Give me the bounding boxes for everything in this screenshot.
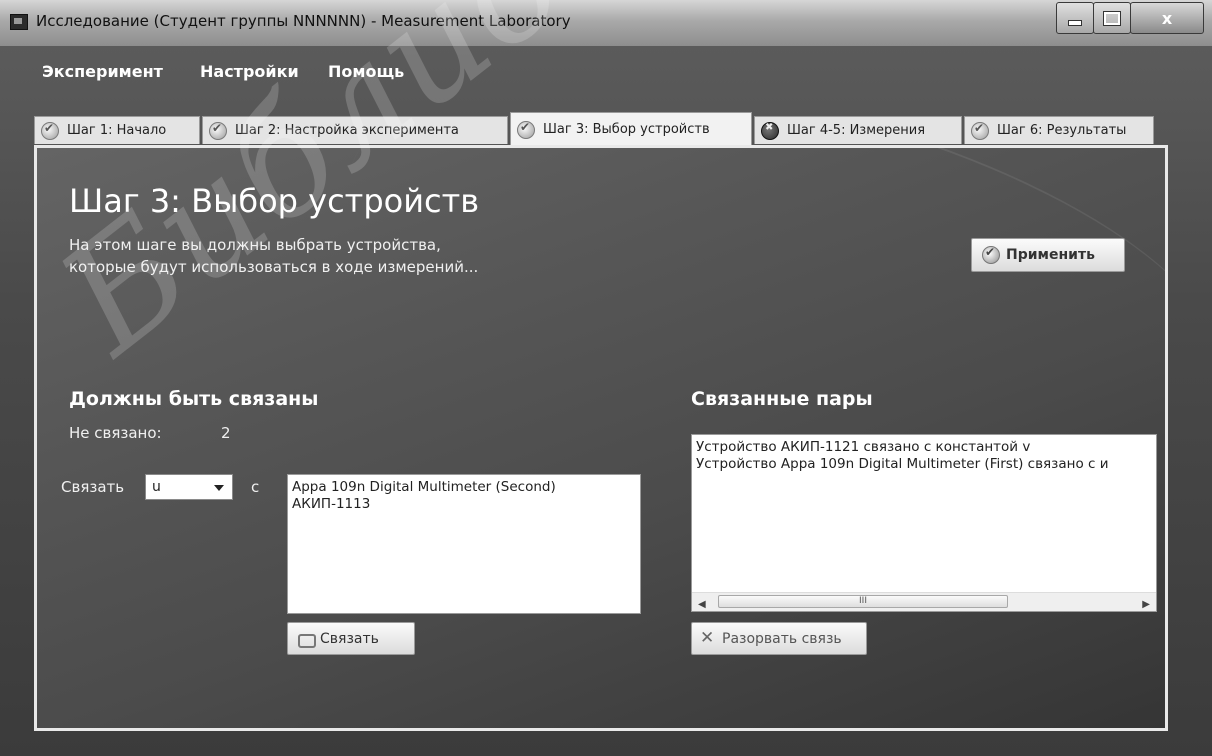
error-circle-icon [761,121,779,140]
menu-bar: Эксперимент Настройки Помощь [0,46,1212,102]
horizontal-scrollbar[interactable]: ◀ III ▶ [692,592,1156,611]
link-button-label: Связать [320,630,379,647]
menu-experiment[interactable]: Эксперимент [42,62,163,81]
variable-select[interactable]: u [145,474,233,500]
menu-settings[interactable]: Настройки [200,62,299,81]
apply-button[interactable]: Применить [971,238,1125,272]
check-circle-icon [517,120,535,139]
tab-step-4-5[interactable]: Шаг 4-5: Измерения [754,116,962,144]
tab-label: Шаг 6: Результаты [997,123,1127,138]
minimize-icon [1068,20,1082,26]
app-window: Исследование (Студент группы NNNNNN) - M… [0,0,1212,756]
link-button[interactable]: Связать [287,622,415,655]
maximize-icon [1103,10,1121,26]
maximize-button[interactable] [1093,2,1131,34]
device-list[interactable]: Appa 109n Digital Multimeter (Second) АК… [287,474,641,614]
tab-step-1[interactable]: Шаг 1: Начало [34,116,200,144]
app-icon [10,14,28,30]
link-label: Связать [61,478,125,496]
close-icon: x [1161,8,1173,28]
minimize-button[interactable] [1056,2,1094,34]
cross-icon [700,628,716,648]
step-panel: Шаг 3: Выбор устройств На этом шаге вы д… [34,145,1168,731]
close-button[interactable]: x [1130,2,1204,34]
list-item[interactable]: Устройство Appa 109n Digital Multimeter … [696,456,1152,473]
title-bar[interactable]: Исследование (Студент группы NNNNNN) - M… [0,0,1212,46]
scroll-right-icon[interactable]: ▶ [1142,596,1150,611]
unlinked-label: Не связано: [69,424,162,442]
tab-step-2[interactable]: Шаг 2: Настройка эксперимента [202,116,508,144]
chevron-down-icon [214,485,224,491]
check-circle-icon [971,121,989,140]
apply-button-label: Применить [1006,247,1095,263]
scroll-thumb[interactable]: III [718,595,1008,608]
tab-step-6[interactable]: Шаг 6: Результаты [964,116,1154,144]
unlink-button[interactable]: Разорвать связь [691,622,867,655]
check-circle-icon [209,121,227,140]
tab-step-3[interactable]: Шаг 3: Выбор устройств [510,112,752,146]
must-link-title: Должны быть связаны [69,388,319,410]
page-title: Шаг 3: Выбор устройств [69,182,480,220]
unlink-button-label: Разорвать связь [722,630,842,647]
tab-label: Шаг 1: Начало [67,123,167,138]
link-devices-icon [298,631,316,648]
with-label: с [251,478,260,496]
menu-help[interactable]: Помощь [328,62,404,81]
check-circle-icon [982,245,1000,264]
variable-select-value: u [152,479,161,495]
window-title: Исследование (Студент группы NNNNNN) - M… [36,12,571,30]
tab-label: Шаг 2: Настройка эксперимента [235,123,459,138]
linked-pairs-list[interactable]: Устройство АКИП-1121 связано с константо… [691,434,1157,612]
list-item[interactable]: АКИП-1113 [292,496,636,513]
check-circle-icon [41,121,59,140]
scroll-left-icon[interactable]: ◀ [698,596,706,611]
list-item[interactable]: Устройство АКИП-1121 связано с константо… [696,439,1152,456]
step-description: На этом шаге вы должны выбрать устройств… [69,236,479,276]
tab-label: Шаг 4-5: Измерения [787,123,926,138]
unlinked-count: 2 [221,424,231,442]
list-item[interactable]: Appa 109n Digital Multimeter (Second) [292,479,636,496]
linked-pairs-title: Связанные пары [691,388,873,410]
tab-label: Шаг 3: Выбор устройств [543,122,710,137]
